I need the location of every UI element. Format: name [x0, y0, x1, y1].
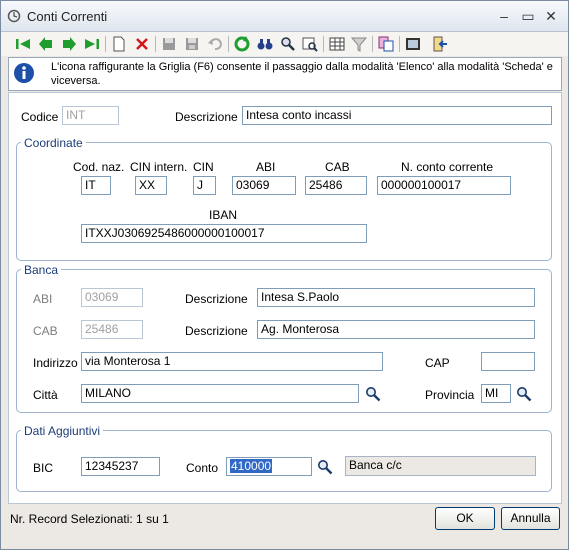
- banca-abi-field[interactable]: 03069: [81, 288, 143, 307]
- exit-icon[interactable]: [431, 35, 449, 53]
- toolbar: [1, 32, 568, 56]
- abi-label: ABI: [256, 160, 276, 174]
- citta-label: Città: [33, 388, 58, 402]
- descrizione-label: Descrizione: [175, 110, 238, 124]
- abi-field[interactable]: 03069: [232, 176, 296, 195]
- filter-icon[interactable]: [350, 35, 368, 53]
- banca-cab-desc-label: Descrizione: [185, 324, 248, 338]
- dati-conto-search-icon[interactable]: [317, 459, 333, 475]
- last-record-icon[interactable]: [83, 35, 101, 53]
- view-icon[interactable]: [404, 35, 422, 53]
- close-button[interactable]: ✕: [542, 8, 560, 24]
- indirizzo-label: Indirizzo: [33, 356, 78, 370]
- codice-field[interactable]: INT: [62, 106, 119, 125]
- first-record-icon[interactable]: [14, 35, 32, 53]
- banca-abi-label: ABI: [33, 292, 53, 306]
- app-icon: [7, 9, 21, 23]
- dati-conto-label: Conto: [186, 461, 219, 475]
- delete-record-icon[interactable]: [133, 35, 151, 53]
- title-bar: Conti Correnti – ▭ ✕: [1, 1, 568, 32]
- cin-intern-label: CIN intern.: [130, 160, 188, 174]
- banca-abi-desc-label: Descrizione: [185, 292, 248, 306]
- banca-title: Banca: [21, 263, 62, 277]
- refresh-icon[interactable]: [233, 35, 251, 53]
- bic-label: BIC: [33, 461, 54, 475]
- codice-label: Codice: [21, 110, 59, 124]
- conto-corrente-label: N. conto corrente: [401, 160, 494, 174]
- previous-record-icon[interactable]: [37, 35, 55, 53]
- citta-field[interactable]: MILANO: [81, 384, 359, 403]
- cin-field[interactable]: J: [193, 176, 216, 195]
- undo-icon[interactable]: [206, 35, 224, 53]
- cod-naz-label: Cod. naz.: [73, 160, 125, 174]
- cab-label: CAB: [325, 160, 350, 174]
- search-icon[interactable]: [279, 35, 297, 53]
- conto-corrente-field[interactable]: 000000100017: [377, 176, 511, 195]
- banca-cab-label: CAB: [33, 324, 58, 338]
- dati-conto-selected-text: 410000: [230, 459, 273, 473]
- banca-abi-desc-field[interactable]: Intesa S.Paolo: [257, 288, 535, 307]
- citta-search-icon[interactable]: [365, 386, 381, 402]
- maximize-button[interactable]: ▭: [519, 8, 537, 24]
- status-text: Nr. Record Selezionati: 1 su 1: [10, 512, 169, 526]
- iban-field[interactable]: ITXXJ0306925486000000100017: [81, 224, 367, 243]
- info-banner: L'icona raffigurante la Griglia (F6) con…: [8, 57, 562, 91]
- provincia-field[interactable]: MI: [481, 384, 511, 403]
- cin-label: CIN: [193, 160, 214, 174]
- minimize-button[interactable]: –: [495, 8, 513, 24]
- ok-button[interactable]: OK: [435, 507, 495, 530]
- next-record-icon[interactable]: [60, 35, 78, 53]
- banca-cab-desc-field[interactable]: Ag. Monterosa: [257, 320, 535, 339]
- grid-icon[interactable]: [328, 35, 346, 53]
- window: Conti Correnti – ▭ ✕ L'icona raffigurant…: [0, 0, 569, 550]
- cod-naz-field[interactable]: IT: [81, 176, 111, 195]
- form-panel: Codice INT Descrizione Intesa conto inca…: [8, 92, 562, 504]
- cab-field[interactable]: 25486: [305, 176, 367, 195]
- banca-cab-field[interactable]: 25486: [81, 320, 143, 339]
- provincia-search-icon[interactable]: [516, 386, 532, 402]
- find-icon[interactable]: [256, 35, 274, 53]
- save-icon[interactable]: [160, 35, 178, 53]
- cap-label: CAP: [425, 356, 450, 370]
- dati-conto-description: Banca c/c: [345, 456, 536, 476]
- filter-search-icon[interactable]: [301, 35, 319, 53]
- new-record-icon[interactable]: [110, 35, 128, 53]
- coordinate-title: Coordinate: [21, 136, 86, 150]
- window-title: Conti Correnti: [27, 9, 108, 24]
- save-as-icon[interactable]: [183, 35, 201, 53]
- descrizione-field[interactable]: Intesa conto incassi: [242, 106, 552, 125]
- iban-label: IBAN: [209, 208, 238, 222]
- info-text: L'icona raffigurante la Griglia (F6) con…: [51, 61, 553, 87]
- bic-field[interactable]: 12345237: [81, 457, 160, 476]
- info-icon: [14, 63, 34, 83]
- cap-field[interactable]: [481, 352, 535, 371]
- cin-intern-field[interactable]: XX: [135, 176, 167, 195]
- annulla-button[interactable]: Annulla: [501, 507, 560, 530]
- dati-conto-field[interactable]: 410000: [226, 457, 312, 476]
- provincia-label: Provincia: [425, 388, 475, 402]
- copy-icon[interactable]: [377, 35, 395, 53]
- indirizzo-field[interactable]: via Monterosa 1: [81, 352, 383, 371]
- dati-aggiuntivi-title: Dati Aggiuntivi: [21, 424, 104, 438]
